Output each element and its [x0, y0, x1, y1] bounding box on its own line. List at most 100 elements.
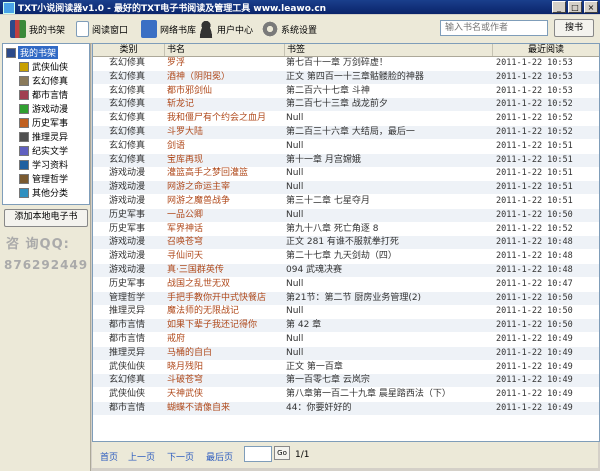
- table-row[interactable]: 都市言情 如果下辈子我还记得你第 42 章 2011-1-22 10:50: [93, 319, 599, 333]
- table-row[interactable]: 玄幻修真 都市邪剑仙 第二百六十七章 斗神 2011-1-22 10:53: [93, 85, 599, 98]
- last-page-link[interactable]: 最后页: [206, 450, 233, 463]
- row-title[interactable]: 军界神话: [167, 223, 285, 236]
- table-row[interactable]: 推理灵异 马桶的自白 Null 2011-1-22 10:49: [93, 346, 599, 360]
- tree-root[interactable]: 我的书架: [6, 46, 59, 59]
- search-input[interactable]: [440, 20, 548, 36]
- sidebar-item-xuexi[interactable]: 学习资料: [19, 158, 68, 171]
- go-button[interactable]: Go: [274, 446, 290, 460]
- table-row[interactable]: 武侠仙侠 晓月残阳 正文 第一百章 2011-1-22 10:49: [93, 361, 599, 374]
- sidebar-item-qita[interactable]: 其他分类: [19, 186, 68, 199]
- row-title[interactable]: 真·三国群英传: [167, 264, 285, 277]
- minimize-button[interactable]: _: [552, 1, 566, 13]
- row-title[interactable]: 战国之乱世无双: [167, 278, 285, 291]
- table-row[interactable]: 玄幻修真 剑语 Null 2011-1-22 10:51: [93, 140, 599, 153]
- table-row[interactable]: 玄幻修真 宝库再现 第十一章 月宫嫦娥 2011-1-22 10:51: [93, 153, 599, 167]
- row-last-read: 2011-1-22 10:52: [496, 127, 573, 137]
- row-title[interactable]: 一品公卿: [167, 209, 285, 222]
- row-category: 都市言情: [109, 320, 146, 331]
- row-title[interactable]: 手把手教你开中式快餐店: [167, 292, 285, 305]
- row-category: 玄幻修真: [109, 99, 146, 110]
- row-title[interactable]: 马桶的自白: [167, 347, 285, 360]
- table-row[interactable]: 玄幻修真 斗破苍穹 第一百零七章 云岚宗 2011-1-22 10:49: [93, 374, 599, 388]
- table-row[interactable]: 都市言情 戒府 Null 2011-1-22 10:49: [93, 333, 599, 346]
- column-header-category[interactable]: 类别: [93, 44, 165, 56]
- page-number-input[interactable]: [244, 446, 272, 462]
- row-category: 玄幻修真: [109, 58, 146, 68]
- sidebar-item-wuxia[interactable]: 武侠仙侠: [19, 60, 68, 73]
- row-title[interactable]: 网游之命运主宰: [167, 181, 285, 194]
- sidebar-item-youxi[interactable]: 游戏动漫: [19, 102, 68, 115]
- row-title[interactable]: 酒神（阴阳冕）: [167, 71, 285, 84]
- prev-page-link[interactable]: 上一页: [128, 450, 155, 463]
- row-last-read: 2011-1-22 10:50: [496, 292, 573, 303]
- close-button[interactable]: ×: [584, 1, 598, 13]
- table-row[interactable]: 游戏动漫 真·三国群英传 094 武魂决赛 2011-1-22 10:48: [93, 264, 599, 277]
- row-bookmark: Null: [286, 140, 304, 151]
- row-title[interactable]: 天神武侠: [167, 388, 285, 401]
- row-category: 武侠仙侠: [109, 389, 146, 400]
- sidebar-item-label: 都市言情: [32, 91, 69, 101]
- table-row[interactable]: 历史军事 军界神话 第九十八章 死亡角逐 8 2011-1-22 10:52: [93, 223, 599, 236]
- table-row[interactable]: 游戏动漫 寻仙问天 第二十七章 九天剑劫（四） 2011-1-22 10:48: [93, 250, 599, 263]
- row-title[interactable]: 戒府: [167, 333, 285, 346]
- row-title[interactable]: 斗罗大陆: [167, 126, 285, 139]
- table-row[interactable]: 历史军事 一品公卿 Null 2011-1-22 10:50: [93, 208, 599, 222]
- row-bookmark: 第八章第一百二十九章 晨星踏西法（下）: [286, 389, 451, 400]
- row-category: 玄幻修真: [109, 113, 146, 124]
- row-category: 玄幻修真: [109, 71, 146, 82]
- table-row[interactable]: 游戏动漫 灌篮高手之梦回灌篮 Null 2011-1-22 10:51: [93, 167, 599, 180]
- sidebar-item-xuanhuan[interactable]: 玄幻修真: [19, 74, 68, 87]
- row-title[interactable]: 召唤苍穹: [167, 236, 285, 249]
- search-button[interactable]: 搜书: [554, 19, 594, 37]
- row-title[interactable]: 寻仙问天: [167, 250, 285, 263]
- table-row[interactable]: 玄幻修真 我和僵尸有个约会之血月 Null 2011-1-22 10:52: [93, 112, 599, 125]
- maximize-button[interactable]: □: [568, 1, 582, 13]
- toolbar-bookshelf-button[interactable]: 我的书架: [10, 19, 65, 39]
- toolbar-user-button[interactable]: 用户中心: [198, 19, 253, 39]
- row-title[interactable]: 宝库再现: [167, 154, 285, 167]
- add-local-ebook-button[interactable]: 添加本地电子书: [4, 209, 88, 227]
- row-title[interactable]: 斩龙记: [167, 98, 285, 111]
- row-title[interactable]: 网游之魔兽战争: [167, 195, 285, 208]
- row-title[interactable]: 灌篮高手之梦回灌篮: [167, 167, 285, 180]
- table-row[interactable]: 玄幻修真 罗浮 第七百十一章 万剑碎虚！ 2011-1-22 10:53: [93, 57, 599, 70]
- toolbar-settings-button[interactable]: 系统设置: [262, 19, 317, 39]
- row-title[interactable]: 蝴蝶不请像自来: [167, 402, 285, 415]
- toolbar-reader-button[interactable]: 阅读窗口: [76, 19, 128, 39]
- next-page-link[interactable]: 下一页: [167, 450, 194, 463]
- column-header-bookmark[interactable]: 书签: [285, 44, 493, 56]
- table-row[interactable]: 武侠仙侠 天神武侠 第八章第一百二十九章 晨星踏西法（下） 2011-1-22 10:…: [93, 388, 599, 401]
- row-category: 武侠仙侠: [109, 361, 146, 372]
- sidebar-item-lishi[interactable]: 历史军事: [19, 116, 68, 129]
- sidebar-item-label: 纪实文学: [32, 147, 69, 157]
- row-title[interactable]: 我和僵尸有个约会之血月: [167, 112, 285, 125]
- toolbar-bookshelf-label: 我的书架: [29, 25, 66, 36]
- column-header-title[interactable]: 书名: [165, 44, 285, 56]
- table-row[interactable]: 玄幻修真 斗罗大陆 第二百三十六章 大结局，最后一 2011-1-22 10:52: [93, 126, 599, 139]
- row-title[interactable]: 魔法师的无限战记: [167, 305, 285, 318]
- row-title[interactable]: 晓月残阳: [167, 361, 285, 374]
- qq-label: 咨 询QQ:: [6, 237, 70, 252]
- toolbar-library-button[interactable]: 网络书库: [141, 19, 196, 39]
- first-page-link[interactable]: 首页: [100, 450, 118, 463]
- table-row[interactable]: 都市言情 蝴蝶不请像自来 44：你要奸好的 2011-1-22 10:49: [93, 402, 599, 415]
- sidebar-item-dushi[interactable]: 都市言情: [19, 88, 68, 101]
- table-row[interactable]: 游戏动漫 网游之命运主宰 Null 2011-1-22 10:51: [93, 181, 599, 195]
- row-bookmark: 第二十七章 九天剑劫（四）: [286, 251, 397, 262]
- sidebar-item-jishi[interactable]: 纪实文学: [19, 144, 68, 157]
- table-row[interactable]: 游戏动漫 召唤苍穹 正文 281 有谁不服就拳打死 2011-1-22 10:48: [93, 236, 599, 250]
- table-row[interactable]: 游戏动漫 网游之魔兽战争 第三十二章 七星夺月 2011-1-22 10:51: [93, 195, 599, 208]
- row-title[interactable]: 剑语: [167, 140, 285, 153]
- table-row[interactable]: 玄幻修真 斩龙记 第二百七十三章 战龙前夕 2011-1-22 10:52: [93, 98, 599, 112]
- row-title[interactable]: 都市邪剑仙: [167, 85, 285, 98]
- column-header-last-read[interactable]: 最近阅读: [493, 44, 599, 56]
- row-title[interactable]: 斗破苍穹: [167, 374, 285, 387]
- row-title[interactable]: 罗浮: [167, 57, 285, 70]
- row-title[interactable]: 如果下辈子我还记得你: [167, 319, 285, 332]
- sidebar-item-tuili[interactable]: 推理灵异: [19, 130, 68, 143]
- table-row[interactable]: 历史军事 战国之乱世无双 Null 2011-1-22 10:47: [93, 278, 599, 291]
- table-row[interactable]: 推理灵异 魔法师的无限战记 Null 2011-1-22 10:50: [93, 305, 599, 318]
- table-row[interactable]: 玄幻修真 酒神（阴阳冕） 正文 第四百一十三章骷髅脸的神器 2011-1-22 10:…: [93, 70, 599, 84]
- table-row[interactable]: 管理哲学 手把手教你开中式快餐店 第21节：第二节 厨房业务管理(2) 2011-1-…: [93, 291, 599, 305]
- sidebar-item-guanli[interactable]: 管理哲学: [19, 172, 68, 185]
